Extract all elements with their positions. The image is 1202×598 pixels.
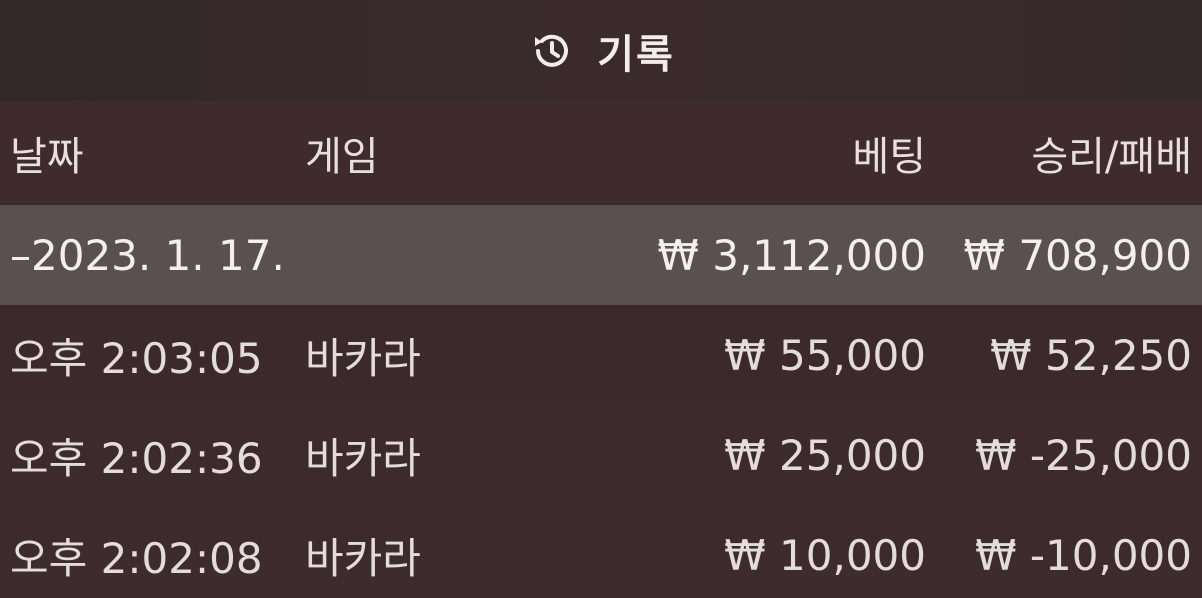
row-bet: ₩ 25,000 xyxy=(724,430,926,480)
row-bet: ₩ 55,000 xyxy=(724,330,926,380)
group-total-bet: ₩ 3,112,000 xyxy=(657,230,926,280)
table-row[interactable]: 오후 2:02:08 바카라 ₩ 10,000 ₩ -10,000 xyxy=(0,505,1202,598)
row-result: ₩ 52,250 xyxy=(990,330,1192,380)
row-time: 오후 2:03:05 xyxy=(10,333,263,383)
history-screen: 기록 날짜 게임 베팅 승리/패배 –2023. 1. 17. ₩ 3,112,… xyxy=(0,0,1202,598)
row-time: 오후 2:02:08 xyxy=(10,533,263,583)
history-icon xyxy=(527,27,575,75)
row-time: 오후 2:02:36 xyxy=(10,433,263,483)
page-title: 기록 xyxy=(597,31,675,78)
group-total-result: ₩ 708,900 xyxy=(963,230,1192,280)
date-group-row[interactable]: –2023. 1. 17. ₩ 3,112,000 ₩ 708,900 xyxy=(0,205,1202,305)
column-header-result[interactable]: 승리/패배 xyxy=(1031,124,1192,182)
table-header: 날짜 게임 베팅 승리/패배 xyxy=(0,101,1202,205)
row-game: 바카라 xyxy=(305,533,421,583)
row-game: 바카라 xyxy=(305,433,421,483)
column-header-date[interactable]: 날짜 xyxy=(10,124,84,182)
title-bar: 기록 xyxy=(0,0,1202,101)
table-row[interactable]: 오후 2:03:05 바카라 ₩ 55,000 ₩ 52,250 xyxy=(0,305,1202,405)
row-game: 바카라 xyxy=(305,333,421,383)
row-bet: ₩ 10,000 xyxy=(724,530,926,580)
column-header-game[interactable]: 게임 xyxy=(305,124,379,182)
group-date: –2023. 1. 17. xyxy=(10,230,285,280)
row-result: ₩ -10,000 xyxy=(975,530,1192,580)
column-header-bet[interactable]: 베팅 xyxy=(852,124,926,182)
table-row[interactable]: 오후 2:02:36 바카라 ₩ 25,000 ₩ -25,000 xyxy=(0,405,1202,505)
row-result: ₩ -25,000 xyxy=(975,430,1192,480)
